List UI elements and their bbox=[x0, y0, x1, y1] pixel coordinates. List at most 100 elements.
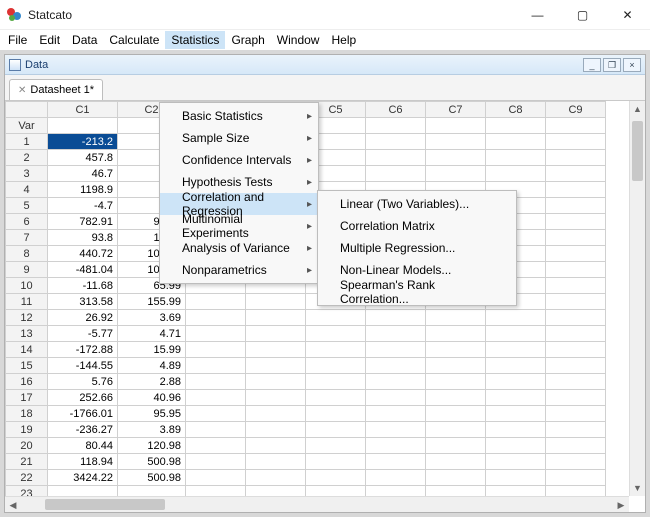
row-header[interactable]: 20 bbox=[6, 438, 48, 454]
cell[interactable] bbox=[366, 326, 426, 342]
cell[interactable]: 313.58 bbox=[48, 294, 118, 310]
cell[interactable]: 15.99 bbox=[118, 342, 186, 358]
cell[interactable] bbox=[306, 470, 366, 486]
cell[interactable] bbox=[426, 406, 486, 422]
cell[interactable] bbox=[186, 358, 246, 374]
cell[interactable]: -481.04 bbox=[48, 262, 118, 278]
menu-data[interactable]: Data bbox=[66, 31, 103, 49]
cell[interactable]: 3424.22 bbox=[48, 470, 118, 486]
cell[interactable] bbox=[546, 422, 606, 438]
cell[interactable] bbox=[306, 422, 366, 438]
cell[interactable] bbox=[186, 454, 246, 470]
horizontal-scroll-thumb[interactable] bbox=[45, 499, 165, 510]
cell[interactable] bbox=[186, 390, 246, 406]
column-header-c6[interactable]: C6 bbox=[366, 102, 426, 118]
cell[interactable]: 2.88 bbox=[118, 374, 186, 390]
cell[interactable] bbox=[186, 406, 246, 422]
cell[interactable] bbox=[246, 294, 306, 310]
cell[interactable] bbox=[246, 310, 306, 326]
menu-statistics[interactable]: Basic Statistics▸Sample Size▸Confidence … bbox=[159, 102, 319, 284]
cell[interactable] bbox=[186, 294, 246, 310]
cell[interactable] bbox=[366, 134, 426, 150]
cell[interactable]: 252.66 bbox=[48, 390, 118, 406]
row-header[interactable]: 7 bbox=[6, 230, 48, 246]
row-header[interactable]: 10 bbox=[6, 278, 48, 294]
cell[interactable] bbox=[426, 454, 486, 470]
row-header[interactable]: 14 bbox=[6, 342, 48, 358]
cell[interactable] bbox=[366, 470, 426, 486]
cell[interactable] bbox=[246, 326, 306, 342]
cell[interactable]: 4.89 bbox=[118, 358, 186, 374]
cell[interactable] bbox=[366, 150, 426, 166]
cell[interactable]: 40.96 bbox=[118, 390, 186, 406]
row-header[interactable]: 15 bbox=[6, 358, 48, 374]
row-header[interactable]: 21 bbox=[6, 454, 48, 470]
cell[interactable]: -144.55 bbox=[48, 358, 118, 374]
cell[interactable] bbox=[426, 470, 486, 486]
window-close-button[interactable]: ✕ bbox=[605, 1, 650, 29]
cell[interactable] bbox=[426, 390, 486, 406]
cell[interactable]: 93.8 bbox=[48, 230, 118, 246]
cell[interactable]: 80.44 bbox=[48, 438, 118, 454]
cell[interactable] bbox=[246, 454, 306, 470]
window-minimize-button[interactable]: — bbox=[515, 1, 560, 29]
cell[interactable] bbox=[546, 246, 606, 262]
cell[interactable] bbox=[486, 342, 546, 358]
cell[interactable] bbox=[426, 166, 486, 182]
cell[interactable] bbox=[246, 422, 306, 438]
cell[interactable]: -1766.01 bbox=[48, 406, 118, 422]
row-header[interactable]: 16 bbox=[6, 374, 48, 390]
cell[interactable]: -172.88 bbox=[48, 342, 118, 358]
vertical-scrollbar[interactable]: ▲ ▼ bbox=[629, 101, 645, 496]
cell[interactable] bbox=[426, 150, 486, 166]
cell[interactable] bbox=[246, 358, 306, 374]
cell[interactable] bbox=[366, 310, 426, 326]
scroll-up-arrow-icon[interactable]: ▲ bbox=[630, 101, 645, 117]
mdi-minimize-button[interactable]: _ bbox=[583, 58, 601, 72]
horizontal-scrollbar[interactable]: ◀ ▶ bbox=[5, 496, 629, 512]
row-header[interactable]: 1 bbox=[6, 134, 48, 150]
cell[interactable] bbox=[546, 134, 606, 150]
tab-datasheet-1[interactable]: ✕ Datasheet 1* bbox=[9, 79, 103, 100]
cell[interactable] bbox=[546, 278, 606, 294]
cell[interactable]: 500.98 bbox=[118, 454, 186, 470]
cell[interactable]: 500.98 bbox=[118, 470, 186, 486]
cell[interactable] bbox=[546, 166, 606, 182]
cell[interactable] bbox=[546, 230, 606, 246]
cell[interactable] bbox=[546, 294, 606, 310]
mdi-close-button[interactable]: × bbox=[623, 58, 641, 72]
cell[interactable] bbox=[186, 470, 246, 486]
row-header[interactable]: 18 bbox=[6, 406, 48, 422]
cell[interactable] bbox=[546, 150, 606, 166]
cell[interactable] bbox=[366, 390, 426, 406]
menu-file[interactable]: File bbox=[2, 31, 33, 49]
submenu-correlation-regression[interactable]: Linear (Two Variables)...Correlation Mat… bbox=[317, 190, 517, 306]
row-header[interactable]: 22 bbox=[6, 470, 48, 486]
cell[interactable] bbox=[486, 150, 546, 166]
cell[interactable] bbox=[546, 182, 606, 198]
menu-statistics[interactable]: Statistics bbox=[165, 31, 225, 49]
window-maximize-button[interactable]: ▢ bbox=[560, 1, 605, 29]
cell[interactable] bbox=[546, 454, 606, 470]
cell[interactable]: 3.69 bbox=[118, 310, 186, 326]
cell[interactable] bbox=[546, 374, 606, 390]
menuitem-linear-two-variables-[interactable]: Linear (Two Variables)... bbox=[318, 193, 516, 215]
tab-close-icon[interactable]: ✕ bbox=[18, 85, 26, 96]
row-header[interactable]: 5 bbox=[6, 198, 48, 214]
menuitem-analysis-of-variance[interactable]: Analysis of Variance▸ bbox=[160, 237, 318, 259]
cell[interactable]: 120.98 bbox=[118, 438, 186, 454]
cell[interactable] bbox=[546, 326, 606, 342]
menuitem-spearman-s-rank-correlation-[interactable]: Spearman's Rank Correlation... bbox=[318, 281, 516, 303]
menu-calculate[interactable]: Calculate bbox=[103, 31, 165, 49]
cell[interactable]: 1198.9 bbox=[48, 182, 118, 198]
cell[interactable] bbox=[486, 422, 546, 438]
cell[interactable]: 5.76 bbox=[48, 374, 118, 390]
vertical-scroll-thumb[interactable] bbox=[632, 121, 643, 181]
row-header[interactable]: 13 bbox=[6, 326, 48, 342]
var-cell[interactable] bbox=[48, 118, 118, 134]
cell[interactable]: 457.8 bbox=[48, 150, 118, 166]
cell[interactable] bbox=[366, 342, 426, 358]
cell[interactable]: -4.7 bbox=[48, 198, 118, 214]
cell[interactable] bbox=[426, 310, 486, 326]
row-header[interactable]: 19 bbox=[6, 422, 48, 438]
